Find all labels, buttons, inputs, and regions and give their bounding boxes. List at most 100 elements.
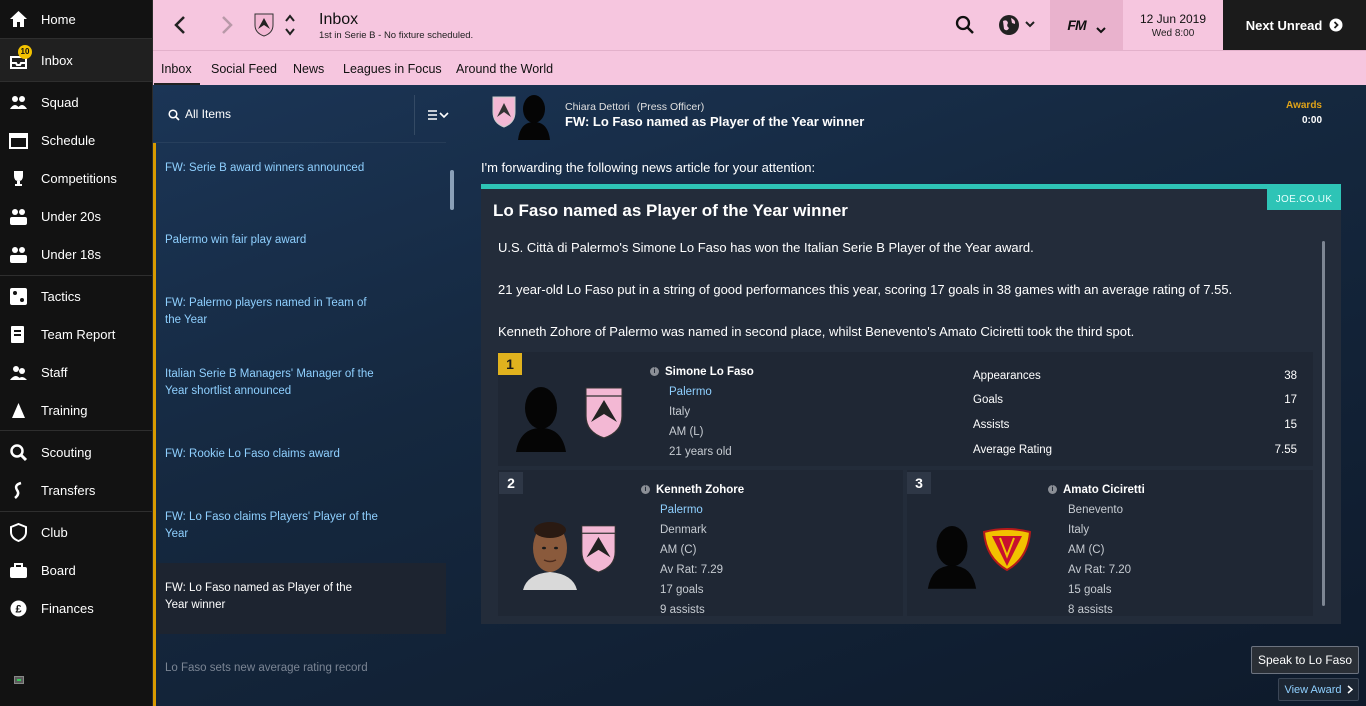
sidebar-item-team-report[interactable]: Team Report: [0, 315, 152, 353]
forward-icon[interactable]: [220, 15, 234, 35]
sidebar-item-label: Tactics: [41, 288, 81, 304]
view-award-button[interactable]: View Award: [1278, 678, 1359, 701]
under20-icon: [9, 207, 28, 226]
svg-text:£: £: [15, 603, 21, 615]
rank-badge: 3: [907, 472, 931, 494]
list-menu-icon[interactable]: [428, 108, 452, 120]
up-down-arrows-icon[interactable]: [284, 13, 296, 37]
article-paragraph: Kenneth Zohore of Palermo was named in s…: [498, 324, 1135, 339]
player-name[interactable]: Amato Ciciretti: [1063, 484, 1145, 496]
tab-social-feed[interactable]: Social Feed: [211, 51, 277, 86]
player-av-rating: Av Rat: 7.29: [660, 564, 724, 576]
player-name[interactable]: Kenneth Zohore: [656, 484, 744, 496]
player-silhouette: [924, 520, 980, 590]
stat-label: Goals: [973, 394, 1004, 406]
sidebar-item-under18s[interactable]: Under 18s: [0, 235, 152, 273]
list-item[interactable]: FW: Lo Faso claims Players' Player of th…: [165, 509, 390, 543]
date-display[interactable]: 12 Jun 2019 Wed 8:00: [1123, 0, 1223, 50]
list-scrollbar[interactable]: [450, 170, 454, 210]
message-time: 0:00: [1301, 115, 1322, 126]
home-icon: [9, 10, 28, 29]
player-club[interactable]: Palermo: [669, 386, 712, 398]
sidebar-item-tactics[interactable]: Tactics: [0, 277, 152, 315]
sidebar-item-label: Training: [41, 402, 88, 418]
player-club[interactable]: Benevento: [1068, 504, 1123, 516]
tab-around-the-world[interactable]: Around the World: [456, 51, 553, 86]
sender-name[interactable]: Chiara Dettori: [565, 101, 630, 113]
sidebar-item-label: Inbox: [41, 52, 73, 68]
globe-icon[interactable]: [998, 14, 1038, 36]
tab-inbox[interactable]: Inbox: [154, 51, 200, 86]
sidebar-item-label: Competitions: [41, 170, 117, 186]
tactics-icon: [9, 287, 28, 306]
article-paragraph: U.S. Città di Palermo's Simone Lo Faso h…: [498, 240, 1034, 255]
list-item[interactable]: FW: Rookie Lo Faso claims award: [165, 446, 395, 463]
sidebar-item-training[interactable]: Training: [0, 391, 152, 429]
under18-icon: [9, 245, 28, 264]
list-item[interactable]: Lo Faso sets new average rating record: [165, 660, 395, 677]
list-item-selected[interactable]: FW: Lo Faso named as Player of the Year …: [165, 580, 365, 614]
sidebar-item-under20s[interactable]: Under 20s: [0, 197, 152, 235]
sidebar-item-staff[interactable]: Staff: [0, 353, 152, 391]
speak-to-player-button[interactable]: Speak to Lo Faso: [1251, 646, 1359, 674]
scouting-icon: [9, 443, 28, 462]
sidebar-item-club[interactable]: Club: [0, 513, 152, 551]
player-name[interactable]: Simone Lo Faso: [665, 366, 754, 378]
stat-label: Appearances: [973, 370, 1041, 382]
tab-news[interactable]: News: [293, 51, 324, 86]
sidebar-item-label: Under 20s: [41, 208, 101, 224]
sidebar-item-board[interactable]: Board: [0, 551, 152, 589]
search-icon[interactable]: [168, 108, 180, 121]
player-av-rating: Av Rat: 7.20: [1068, 564, 1132, 576]
article-paragraph: 21 year-old Lo Faso put in a string of g…: [498, 282, 1233, 297]
list-item[interactable]: Palermo win fair play award: [165, 232, 395, 249]
club-crest-icon[interactable]: [254, 13, 274, 37]
sidebar-item-label: Staff: [41, 364, 68, 380]
info-icon[interactable]: i: [641, 485, 650, 495]
player-nation: Italy: [1068, 524, 1090, 536]
list-item[interactable]: FW: Serie B award winners announced: [165, 160, 395, 177]
board-icon: [9, 561, 28, 580]
sidebar-item-inbox[interactable]: 10 Inbox: [0, 39, 152, 81]
sidebar-item-label: Schedule: [41, 132, 96, 148]
staff-icon: [9, 363, 28, 382]
next-unread-button[interactable]: Next Unread: [1223, 0, 1366, 50]
page-subtitle: 1st in Serie B - No fixture scheduled.: [319, 30, 474, 41]
info-icon[interactable]: i: [1048, 485, 1057, 495]
player-goals: 15 goals: [1068, 584, 1112, 596]
sidebar-item-scouting[interactable]: Scouting: [0, 433, 152, 471]
filter-label[interactable]: All Items: [185, 107, 231, 121]
sidebar-item-home[interactable]: Home: [0, 0, 152, 38]
sidebar-item-transfers[interactable]: Transfers: [0, 471, 152, 509]
sidebar-item-finances[interactable]: £ Finances: [0, 589, 152, 627]
current-date: 12 Jun 2019: [1139, 12, 1207, 26]
player-club[interactable]: Palermo: [660, 504, 703, 516]
info-icon[interactable]: i: [650, 367, 659, 377]
source-tag[interactable]: JOE.CO.UK: [1267, 189, 1341, 210]
sidebar-item-label: Home: [41, 11, 76, 27]
player-goals: 17 goals: [660, 584, 704, 596]
article-scrollbar[interactable]: [1322, 241, 1325, 606]
training-icon: [9, 401, 28, 420]
sidebar-item-label: Transfers: [41, 482, 96, 498]
sidebar-item-squad[interactable]: Squad: [0, 83, 152, 121]
list-item[interactable]: Italian Serie B Managers' Manager of the…: [165, 366, 380, 400]
fm-menu[interactable]: FM: [1050, 0, 1123, 50]
inbox-icon: 10: [9, 44, 32, 70]
sender-avatar: [514, 92, 554, 140]
back-icon[interactable]: [173, 15, 187, 35]
player-name-line: i Amato Ciciretti: [1048, 484, 1145, 496]
sidebar-item-schedule[interactable]: Schedule: [0, 121, 152, 159]
sidebar-item-competitions[interactable]: Competitions: [0, 159, 152, 197]
list-item[interactable]: FW: Palermo players named in Team of the…: [165, 295, 380, 329]
game-status-icon[interactable]: [14, 676, 24, 684]
player-position: AM (C): [660, 544, 697, 556]
player-assists: 8 assists: [1068, 604, 1113, 616]
sidebar-item-label: Squad: [41, 94, 79, 110]
message-header: Chiara Dettori (Press Officer) FW: Lo Fa…: [481, 90, 1351, 140]
search-icon[interactable]: [955, 15, 975, 35]
tab-leagues-in-focus[interactable]: Leagues in Focus: [343, 51, 442, 86]
sidebar-item-label: Scouting: [41, 444, 92, 460]
transfers-icon: [9, 481, 28, 500]
divider: [414, 95, 415, 135]
